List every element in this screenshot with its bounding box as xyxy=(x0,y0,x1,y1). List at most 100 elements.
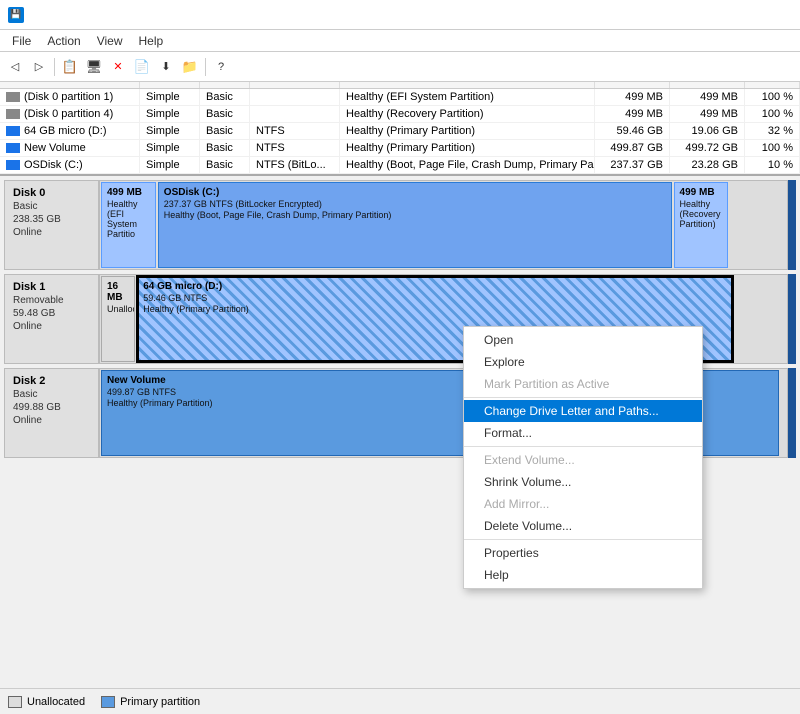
partition-0-0[interactable]: 499 MBHealthy (EFI System Partitio xyxy=(101,182,156,268)
part-sub2-0-1: Healthy (Boot, Page File, Crash Dump, Pr… xyxy=(164,210,666,220)
table-row[interactable]: OSDisk (C:) Simple Basic NTFS (BitLo... … xyxy=(0,157,800,174)
cell-volume-2: 64 GB micro (D:) xyxy=(0,123,140,139)
cell-layout-1: Simple xyxy=(140,106,200,122)
part-sub-0-2: Healthy (Recovery Partition) xyxy=(680,199,723,229)
legend-box-unalloc xyxy=(8,696,22,708)
title-bar: 💾 xyxy=(0,0,800,30)
toolbar-sep-1 xyxy=(54,58,55,76)
partition-1-0[interactable]: 16 MBUnallocated xyxy=(101,276,135,362)
disk-title-1: Disk 1 xyxy=(13,281,90,293)
cell-status-0: Healthy (EFI System Partition) xyxy=(340,89,595,105)
ctx-item-3[interactable]: Change Drive Letter and Paths... xyxy=(464,400,702,422)
refresh-button[interactable]: 🖥 xyxy=(83,56,105,78)
disk-label-2: Disk 2 Basic 499.88 GB Online xyxy=(4,368,99,458)
part-title-1-1: 64 GB micro (D:) xyxy=(143,281,727,292)
cell-pct-4: 10 % xyxy=(745,157,800,173)
open-button[interactable]: 📁 xyxy=(179,56,201,78)
disk-sub2-0: 238.35 GB xyxy=(13,214,90,225)
part-title-0-2: 499 MB xyxy=(680,187,723,198)
ctx-item-1[interactable]: Explore xyxy=(464,351,702,373)
vol-icon xyxy=(6,143,20,153)
ctx-sep-2 xyxy=(464,397,702,398)
legend-label-unalloc: Unallocated xyxy=(27,696,85,708)
ctx-item-6[interactable]: Shrink Volume... xyxy=(464,471,702,493)
main-content: Disk 0 Basic 238.35 GB Online 499 MBHeal… xyxy=(0,176,800,714)
disk-sub2-1: 59.48 GB xyxy=(13,308,90,319)
disk-sub1-1: Removable xyxy=(13,295,90,306)
cell-pct-3: 100 % xyxy=(745,140,800,156)
table-body: (Disk 0 partition 1) Simple Basic Health… xyxy=(0,89,800,174)
part-sub-1-0: Unallocated xyxy=(107,304,129,314)
menu-view[interactable]: View xyxy=(89,32,131,49)
table-row[interactable]: (Disk 0 partition 1) Simple Basic Health… xyxy=(0,89,800,106)
ctx-item-7: Add Mirror... xyxy=(464,493,702,515)
disk-label-1: Disk 1 Removable 59.48 GB Online xyxy=(4,274,99,364)
cell-volume-1: (Disk 0 partition 4) xyxy=(0,106,140,122)
ctx-item-5: Extend Volume... xyxy=(464,449,702,471)
table-row[interactable]: (Disk 0 partition 4) Simple Basic Health… xyxy=(0,106,800,123)
properties-button[interactable]: 📋 xyxy=(59,56,81,78)
menu-help[interactable]: Help xyxy=(131,32,172,49)
cell-capacity-1: 499 MB xyxy=(595,106,670,122)
menu-bar: File Action View Help xyxy=(0,30,800,52)
cell-volume-3: New Volume xyxy=(0,140,140,156)
cell-layout-4: Simple xyxy=(140,157,200,173)
delete-button[interactable]: ✕ xyxy=(107,56,129,78)
cell-volume-4: OSDisk (C:) xyxy=(0,157,140,173)
close-button[interactable] xyxy=(766,5,792,25)
cell-free-2: 19.06 GB xyxy=(670,123,745,139)
col-layout xyxy=(140,82,200,88)
part-sub1-0-1: 237.37 GB NTFS (BitLocker Encrypted) xyxy=(164,199,666,209)
disk-sub3-1: Online xyxy=(13,321,90,332)
partition-0-1[interactable]: OSDisk (C:)237.37 GB NTFS (BitLocker Enc… xyxy=(158,182,672,268)
cell-fs-3: NTFS xyxy=(250,140,340,156)
down-button[interactable]: ⬇ xyxy=(155,56,177,78)
minimize-button[interactable] xyxy=(710,5,736,25)
col-fs xyxy=(250,82,340,88)
part-title-1-0: 16 MB xyxy=(107,281,129,303)
toolbar: ◁ ▷ 📋 🖥 ✕ 📄 ⬇ 📁 ? xyxy=(0,52,800,82)
cell-status-1: Healthy (Recovery Partition) xyxy=(340,106,595,122)
ctx-item-9[interactable]: Properties xyxy=(464,542,702,564)
menu-file[interactable]: File xyxy=(4,32,39,49)
disk-end-bar-2 xyxy=(788,368,796,458)
cell-layout-2: Simple xyxy=(140,123,200,139)
table-row[interactable]: 64 GB micro (D:) Simple Basic NTFS Healt… xyxy=(0,123,800,140)
new-button[interactable]: 📄 xyxy=(131,56,153,78)
cell-pct-0: 100 % xyxy=(745,89,800,105)
ctx-item-8[interactable]: Delete Volume... xyxy=(464,515,702,537)
partition-0-2[interactable]: 499 MBHealthy (Recovery Partition) xyxy=(674,182,729,268)
cell-type-0: Basic xyxy=(200,89,250,105)
disk-end-bar-1 xyxy=(788,274,796,364)
legend-primary: Primary partition xyxy=(101,696,200,708)
menu-action[interactable]: Action xyxy=(39,32,88,49)
back-button[interactable]: ◁ xyxy=(4,56,26,78)
forward-button[interactable]: ▷ xyxy=(28,56,50,78)
disk-sub3-2: Online xyxy=(13,415,90,426)
cell-fs-4: NTFS (BitLo... xyxy=(250,157,340,173)
help-button[interactable]: ? xyxy=(210,56,232,78)
table-row[interactable]: New Volume Simple Basic NTFS Healthy (Pr… xyxy=(0,140,800,157)
ctx-sep-4 xyxy=(464,446,702,447)
ctx-item-0[interactable]: Open xyxy=(464,329,702,351)
disk-title-0: Disk 0 xyxy=(13,187,90,199)
col-volume xyxy=(0,82,140,88)
disk-sub1-0: Basic xyxy=(13,201,90,212)
cell-layout-3: Simple xyxy=(140,140,200,156)
ctx-item-10[interactable]: Help xyxy=(464,564,702,586)
cell-type-3: Basic xyxy=(200,140,250,156)
ctx-item-4[interactable]: Format... xyxy=(464,422,702,444)
cell-type-2: Basic xyxy=(200,123,250,139)
legend-box-primary xyxy=(101,696,115,708)
maximize-button[interactable] xyxy=(738,5,764,25)
vol-icon xyxy=(6,126,20,136)
cell-capacity-3: 499.87 GB xyxy=(595,140,670,156)
context-menu: OpenExploreMark Partition as ActiveChang… xyxy=(463,326,703,589)
app-icon: 💾 xyxy=(8,7,24,23)
vol-icon xyxy=(6,160,20,170)
cell-fs-0 xyxy=(250,89,340,105)
cell-capacity-4: 237.37 GB xyxy=(595,157,670,173)
disk-sub2-2: 499.88 GB xyxy=(13,402,90,413)
cell-free-3: 499.72 GB xyxy=(670,140,745,156)
part-title-0-1: OSDisk (C:) xyxy=(164,187,666,198)
